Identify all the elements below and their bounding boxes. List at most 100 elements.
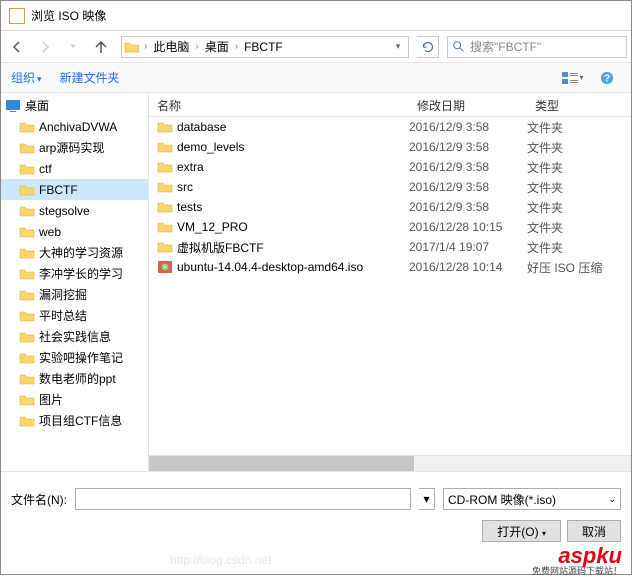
tree-item[interactable]: ctf xyxy=(1,158,148,179)
tree-label: 李冲学长的学习 xyxy=(39,265,123,282)
file-panel: 名称 修改日期 类型 database2016/12/9 3:58文件夹demo… xyxy=(149,93,631,471)
filename-dropdown[interactable]: ▾ xyxy=(419,488,435,510)
tree-label: ctf xyxy=(39,162,52,176)
file-row[interactable]: database2016/12/9 3:58文件夹 xyxy=(149,117,631,137)
chevron-down-icon: ▾ xyxy=(37,74,42,84)
file-date: 2016/12/9 3:58 xyxy=(409,160,527,174)
folder-icon xyxy=(19,182,35,198)
file-date: 2016/12/9 3:58 xyxy=(409,200,527,214)
cancel-button[interactable]: 取消 xyxy=(567,520,621,542)
tree-item[interactable]: AnchivaDVWA xyxy=(1,116,148,137)
address-dropdown[interactable]: ▾ xyxy=(390,41,406,52)
column-type[interactable]: 类型 xyxy=(527,93,631,116)
file-date: 2016/12/9 3:58 xyxy=(409,180,527,194)
tree-item[interactable]: stegsolve xyxy=(1,200,148,221)
arrow-up-icon xyxy=(93,39,109,55)
filetype-select[interactable]: CD-ROM 映像(*.iso) ⌄ xyxy=(443,488,621,510)
search-placeholder: 搜索"FBCTF" xyxy=(470,38,541,55)
file-row[interactable]: extra2016/12/9 3:58文件夹 xyxy=(149,157,631,177)
file-row[interactable]: tests 2016/12/9 3:58文件夹 xyxy=(149,197,631,217)
file-name: extra xyxy=(177,160,204,174)
file-date: 2016/12/28 10:14 xyxy=(409,260,527,274)
tree-item[interactable]: 实验吧操作笔记 xyxy=(1,347,148,368)
titlebar: 浏览 ISO 映像 xyxy=(1,1,631,31)
folder-icon xyxy=(157,219,173,235)
file-type: 文件夹 xyxy=(527,119,631,136)
file-name: VM_12_PRO xyxy=(177,220,248,234)
open-button[interactable]: 打开(O) ▾ xyxy=(482,520,561,542)
app-icon xyxy=(9,8,25,24)
file-row[interactable]: 虚拟机版FBCTF2017/1/4 19:07文件夹 xyxy=(149,237,631,257)
tree-item[interactable]: 平时总结 xyxy=(1,305,148,326)
file-name: tests xyxy=(177,200,202,214)
tree-item[interactable]: 数电老师的ppt xyxy=(1,368,148,389)
up-button[interactable] xyxy=(89,35,113,59)
file-type: 文件夹 xyxy=(527,199,631,216)
breadcrumb-item[interactable]: 桌面 xyxy=(201,37,233,57)
recent-dropdown[interactable]: ▾ xyxy=(61,35,85,59)
tree-item[interactable]: web xyxy=(1,221,148,242)
file-list[interactable]: database2016/12/9 3:58文件夹demo_levels2016… xyxy=(149,117,631,455)
svg-text:?: ? xyxy=(604,72,610,84)
tree-item-desktop[interactable]: 桌面 xyxy=(1,95,148,116)
forward-button[interactable] xyxy=(33,35,57,59)
view-icon xyxy=(562,72,578,84)
horizontal-scrollbar[interactable] xyxy=(149,455,631,471)
tree-label: 数电老师的ppt xyxy=(39,370,116,387)
folder-icon xyxy=(157,159,173,175)
new-folder-button[interactable]: 新建文件夹 xyxy=(60,69,120,86)
view-options-button[interactable]: ▾ xyxy=(559,68,587,88)
window-title: 浏览 ISO 映像 xyxy=(31,7,106,24)
file-row[interactable]: src2016/12/9 3:58文件夹 xyxy=(149,177,631,197)
folder-icon xyxy=(124,39,140,55)
filename-label: 文件名(N): xyxy=(11,491,67,508)
file-name: database xyxy=(177,120,226,134)
breadcrumb: › 此电脑 › 桌面 › FBCTF xyxy=(142,37,390,57)
folder-icon xyxy=(19,287,35,303)
folder-icon xyxy=(157,239,173,255)
tree-item[interactable]: 社会实践信息 xyxy=(1,326,148,347)
tree-label: arp源码实现 xyxy=(39,139,104,156)
toolbar: 组织▾ 新建文件夹 ▾ ? xyxy=(1,63,631,93)
file-row[interactable]: demo_levels2016/12/9 3:58文件夹 xyxy=(149,137,631,157)
filename-input[interactable] xyxy=(75,488,411,510)
tree-item[interactable]: 漏洞挖掘 xyxy=(1,284,148,305)
column-date[interactable]: 修改日期 xyxy=(409,93,527,116)
folder-tree[interactable]: 桌面 AnchivaDVWA arp源码实现 ctf FBCTF stegsolve we… xyxy=(1,93,149,471)
file-row[interactable]: VM_12_PRO2016/12/28 10:15文件夹 xyxy=(149,217,631,237)
folder-icon xyxy=(19,245,35,261)
column-name[interactable]: 名称 xyxy=(149,93,409,116)
tree-item[interactable]: FBCTF xyxy=(1,179,148,200)
breadcrumb-item[interactable]: FBCTF xyxy=(240,37,287,57)
tree-label: FBCTF xyxy=(39,183,78,197)
folder-icon xyxy=(19,203,35,219)
address-bar[interactable]: › 此电脑 › 桌面 › FBCTF ▾ xyxy=(121,36,409,58)
tree-item[interactable]: 李冲学长的学习 xyxy=(1,263,148,284)
chevron-right-icon: › xyxy=(193,41,200,52)
chevron-down-icon: ▾ xyxy=(423,492,429,506)
organize-menu[interactable]: 组织▾ xyxy=(11,69,42,86)
tree-label: 社会实践信息 xyxy=(39,328,111,345)
arrow-left-icon xyxy=(9,39,25,55)
back-button[interactable] xyxy=(5,35,29,59)
breadcrumb-item[interactable]: 此电脑 xyxy=(149,37,193,57)
file-row[interactable]: ubuntu-14.04.4-desktop-amd64.iso2016/12/… xyxy=(149,257,631,277)
tree-label: AnchivaDVWA xyxy=(39,120,117,134)
help-button[interactable]: ? xyxy=(593,68,621,88)
folder-icon xyxy=(157,179,173,195)
tree-label: 桌面 xyxy=(25,97,49,114)
file-name: demo_levels xyxy=(177,140,244,154)
tree-label: web xyxy=(39,225,61,239)
folder-icon xyxy=(19,308,35,324)
folder-icon xyxy=(19,161,35,177)
refresh-button[interactable] xyxy=(417,36,439,58)
tree-item[interactable]: 项目组CTF信息 xyxy=(1,410,148,431)
tree-item[interactable]: 大神的学习资源 xyxy=(1,242,148,263)
chevron-right-icon: › xyxy=(233,41,240,52)
scrollbar-thumb[interactable] xyxy=(149,456,414,471)
tree-item[interactable]: arp源码实现 xyxy=(1,137,148,158)
tree-item[interactable]: 图片 xyxy=(1,389,148,410)
dialog-buttons: 打开(O) ▾ 取消 xyxy=(1,516,631,550)
file-date: 2017/1/4 19:07 xyxy=(409,240,527,254)
search-input[interactable]: 搜索"FBCTF" xyxy=(447,36,627,58)
